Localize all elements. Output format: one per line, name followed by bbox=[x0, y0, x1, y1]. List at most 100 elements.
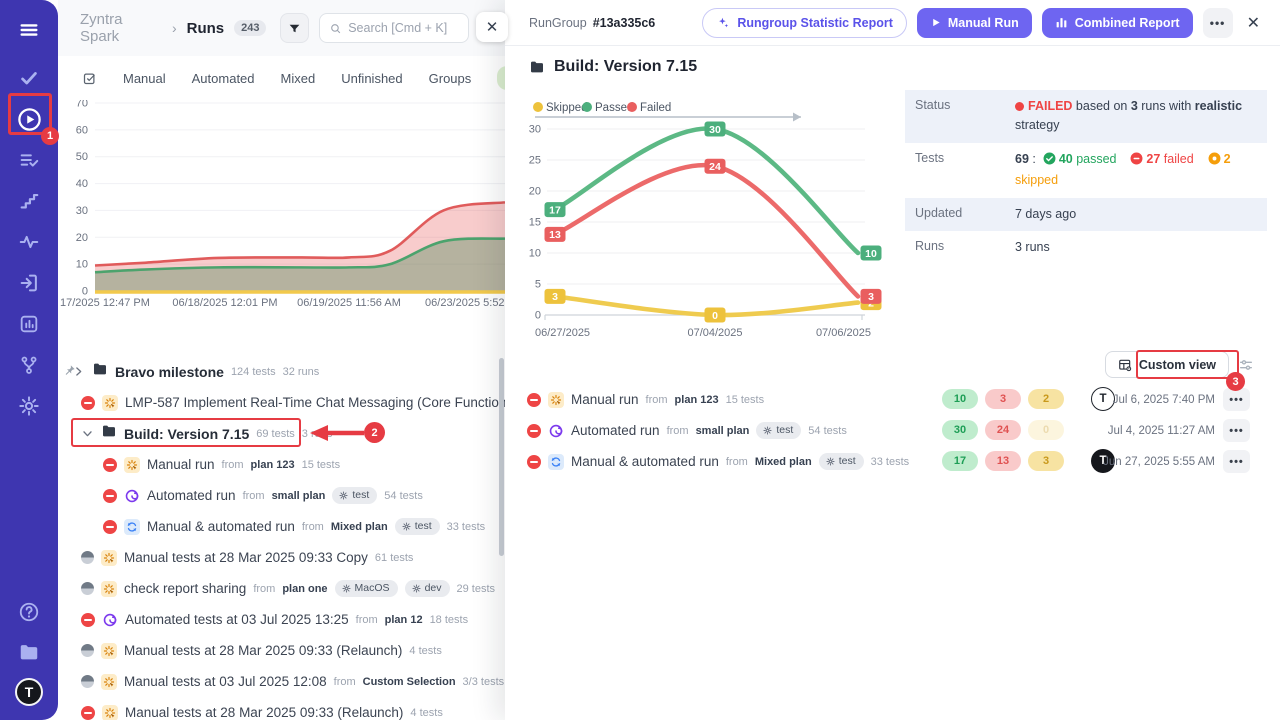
menu-icon bbox=[18, 19, 40, 41]
tag-pill: test bbox=[332, 487, 377, 504]
tab-mixed[interactable]: Mixed bbox=[281, 71, 316, 86]
run-row[interactable]: Manual runfromplan 12315 tests bbox=[58, 449, 505, 480]
manual-run-button[interactable]: Manual Run bbox=[917, 8, 1032, 38]
check-icon bbox=[18, 67, 40, 89]
info-row-tests: Tests69 : 40 passed 27 failed 2 skipped bbox=[905, 143, 1267, 198]
run-meta: 33 tests bbox=[871, 456, 910, 468]
tab-unfinished[interactable]: Unfinished bbox=[341, 71, 402, 86]
gear-icon bbox=[826, 457, 835, 466]
chevron-down-icon[interactable] bbox=[81, 427, 94, 440]
report-icon[interactable] bbox=[15, 310, 43, 338]
run-from-plan: Custom Selection bbox=[363, 676, 456, 688]
rungroup-info-table: StatusFAILED based on 3 runs with realis… bbox=[905, 90, 1267, 264]
bulk-select-icon[interactable] bbox=[82, 71, 97, 86]
svg-text:70: 70 bbox=[76, 100, 88, 110]
run-title: check report sharing bbox=[124, 581, 246, 596]
run-row[interactable]: Manual tests at 28 Mar 2025 09:33 (Relau… bbox=[58, 697, 505, 720]
columns-settings-icon[interactable] bbox=[1238, 357, 1254, 373]
menu-icon[interactable] bbox=[15, 16, 43, 44]
tasks-icon[interactable] bbox=[15, 146, 43, 174]
rungroup-label: RunGroup bbox=[529, 16, 587, 30]
tag-filter-chip[interactable]: test work bbox=[497, 66, 505, 90]
automated-run-icon bbox=[124, 488, 140, 504]
run-from-plan: plan 123 bbox=[675, 394, 719, 406]
run-more-button[interactable]: ••• bbox=[1223, 450, 1250, 473]
status-failed-icon bbox=[527, 393, 541, 407]
run-meta: 32 runs bbox=[283, 366, 320, 378]
run-row[interactable]: Manual & automated runfromMixed plantest… bbox=[58, 511, 505, 542]
custom-view-button[interactable]: Custom view bbox=[1105, 351, 1229, 378]
run-row[interactable]: check report sharingfromplan oneMacOSdev… bbox=[58, 573, 505, 604]
run-row[interactable]: LMP-587 Implement Real-Time Chat Messagi… bbox=[58, 387, 505, 418]
check-icon[interactable] bbox=[15, 64, 43, 92]
svg-text:30: 30 bbox=[529, 124, 541, 136]
tab-groups[interactable]: Groups bbox=[429, 71, 472, 86]
run-row[interactable]: Manual tests at 28 Mar 2025 09:33 (Relau… bbox=[58, 635, 505, 666]
rungroup-run-row[interactable]: Automated runfromsmall plantest54 tests3… bbox=[505, 415, 1280, 446]
failed-count-badge: 13 bbox=[985, 451, 1021, 471]
search-box[interactable] bbox=[319, 13, 469, 43]
more-actions-button[interactable]: ••• bbox=[1203, 8, 1233, 38]
run-row[interactable]: Automated runfromsmall plantest54 tests bbox=[58, 480, 505, 511]
run-from-label: from bbox=[302, 521, 324, 533]
filter-button[interactable] bbox=[280, 13, 309, 43]
svg-text:5: 5 bbox=[535, 279, 541, 291]
skipped-count-badge: 0 bbox=[1028, 420, 1064, 440]
run-title: Manual run bbox=[571, 392, 639, 407]
run-meta: 54 tests bbox=[384, 490, 423, 502]
help-icon[interactable] bbox=[15, 598, 43, 626]
run-title: Manual tests at 28 Mar 2025 09:33 (Relau… bbox=[124, 643, 402, 658]
drawer-close-button[interactable]: ✕ bbox=[1243, 13, 1264, 33]
sidebar-top bbox=[15, 16, 43, 64]
status-failed-icon bbox=[103, 520, 117, 534]
tabs-holder: Manual Automated Mixed Unfinished Groups bbox=[123, 71, 471, 86]
folder-icon bbox=[101, 423, 117, 444]
run-from-plan: small plan bbox=[272, 490, 326, 502]
run-from-plan: plan 123 bbox=[251, 459, 295, 471]
svg-text:50: 50 bbox=[76, 151, 88, 163]
pulse-icon[interactable] bbox=[15, 228, 43, 256]
run-more-button[interactable]: ••• bbox=[1223, 419, 1250, 442]
status-inprogress-icon bbox=[81, 551, 94, 564]
result-count-badges: 1032 bbox=[942, 389, 1064, 409]
branch-icon[interactable] bbox=[15, 351, 43, 379]
user-avatar[interactable]: T bbox=[15, 678, 43, 706]
runs-icon[interactable] bbox=[15, 105, 43, 133]
panel-close-button[interactable]: ✕ bbox=[476, 12, 508, 42]
list-scrollbar[interactable] bbox=[499, 358, 504, 556]
breadcrumb-project[interactable]: Zyntra Spark bbox=[80, 11, 162, 45]
tag-pill: test bbox=[756, 422, 801, 439]
info-value: 7 days ago bbox=[1015, 205, 1076, 224]
info-label: Runs bbox=[915, 238, 1015, 257]
search-input[interactable] bbox=[348, 21, 458, 35]
run-group-row[interactable]: Bravo milestone124 tests32 runs bbox=[58, 356, 505, 387]
gear-icon bbox=[342, 584, 351, 593]
run-date: Jul 6, 2025 7:40 PM bbox=[1113, 384, 1215, 415]
steps-icon[interactable] bbox=[15, 187, 43, 215]
sparkles-icon bbox=[716, 16, 730, 30]
statistic-report-button[interactable]: Rungroup Statistic Report bbox=[702, 8, 907, 38]
run-row[interactable]: Manual tests at 28 Mar 2025 09:33 Copy61… bbox=[58, 542, 505, 573]
rungroup-run-row[interactable]: Manual & automated runfromMixed plantest… bbox=[505, 446, 1280, 477]
run-from-label: from bbox=[356, 614, 378, 626]
tab-manual[interactable]: Manual bbox=[123, 71, 166, 86]
rungroup-run-row[interactable]: Manual runfromplan 12315 tests1032TJul 6… bbox=[505, 384, 1280, 415]
run-more-button[interactable]: ••• bbox=[1223, 388, 1250, 411]
run-row[interactable]: Automated tests at 03 Jul 2025 13:25from… bbox=[58, 604, 505, 635]
run-meta: 29 tests bbox=[457, 583, 496, 595]
settings-icon[interactable] bbox=[15, 392, 43, 420]
combined-report-button[interactable]: Combined Report bbox=[1042, 8, 1193, 38]
run-group-row[interactable]: Build: Version 7.1569 tests3 runs bbox=[58, 418, 505, 449]
run-from-label: from bbox=[646, 394, 668, 406]
status-inprogress-icon bbox=[81, 675, 94, 688]
run-row[interactable]: Manual tests at 03 Jul 2025 12:08fromCus… bbox=[58, 666, 505, 697]
run-meta: 15 tests bbox=[302, 459, 341, 471]
passed-count-badge: 10 bbox=[942, 389, 978, 409]
check-circle-icon bbox=[1043, 152, 1056, 171]
tag-pill: test bbox=[395, 518, 440, 535]
signin-icon[interactable] bbox=[15, 269, 43, 297]
tab-automated[interactable]: Automated bbox=[192, 71, 255, 86]
projects-icon[interactable] bbox=[15, 638, 43, 666]
run-title: Manual & automated run bbox=[571, 454, 719, 469]
run-from-plan: Mixed plan bbox=[755, 456, 812, 468]
